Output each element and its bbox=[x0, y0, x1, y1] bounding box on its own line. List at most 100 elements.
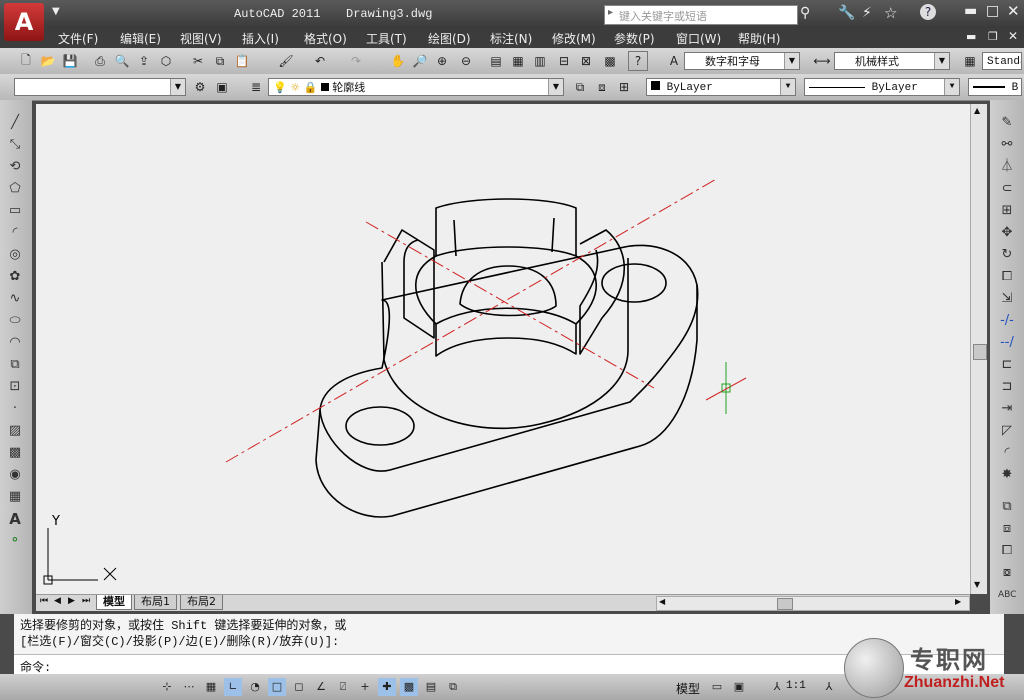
add-selected-icon[interactable]: ⚬ bbox=[6, 532, 24, 550]
revision-cloud-icon[interactable]: ✿ bbox=[6, 268, 24, 286]
horizontal-scrollbar[interactable]: ◀ ▶ bbox=[656, 596, 970, 611]
menu-insert[interactable]: 插入(I) bbox=[242, 30, 279, 47]
help-icon[interactable]: ? bbox=[920, 4, 936, 20]
grid-display-icon[interactable]: ▦ bbox=[202, 678, 220, 696]
sheet-set-icon[interactable]: ⊟ bbox=[554, 51, 574, 71]
break-at-point-icon[interactable]: ⊏ bbox=[998, 356, 1016, 374]
menu-format[interactable]: 格式(O) bbox=[304, 30, 347, 47]
model-space-label[interactable]: 模型 bbox=[676, 680, 700, 697]
hscroll-thumb[interactable] bbox=[777, 598, 793, 610]
search-box[interactable]: 键入关键字或短语 ▸ bbox=[604, 5, 798, 25]
zoom-window-icon[interactable]: ⊕ bbox=[432, 51, 452, 71]
menu-tools[interactable]: 工具(T) bbox=[366, 30, 407, 47]
annotation-scale-icon[interactable]: ⅄ bbox=[768, 678, 786, 696]
satellite-icon[interactable]: ⚡ bbox=[862, 5, 872, 21]
markup-icon[interactable]: ⊠ bbox=[576, 51, 596, 71]
text-to-front-icon[interactable]: ABC bbox=[998, 586, 1016, 604]
vertical-scrollbar[interactable]: ▲ ▼ bbox=[970, 104, 987, 594]
menu-edit[interactable]: 编辑(E) bbox=[120, 30, 161, 47]
scroll-up-arrow[interactable]: ▲ bbox=[974, 106, 980, 115]
tab-nav-next[interactable]: ▶ bbox=[68, 596, 75, 606]
quickcalc-icon[interactable]: ▩ bbox=[600, 51, 620, 71]
menu-window[interactable]: 窗口(W) bbox=[676, 30, 721, 47]
tab-nav-first[interactable]: ⏮ bbox=[40, 596, 48, 606]
table-style-icon[interactable]: ▦ bbox=[960, 51, 980, 71]
point-icon[interactable]: · bbox=[6, 400, 24, 418]
rectangle-icon[interactable]: ▭ bbox=[6, 202, 24, 220]
tab-model[interactable]: 模型 bbox=[96, 595, 132, 610]
menu-help[interactable]: 帮助(H) bbox=[738, 30, 780, 47]
text-style-select[interactable]: 数字和字母 ▼ bbox=[684, 52, 800, 70]
tab-nav-last[interactable]: ⏭ bbox=[82, 596, 90, 606]
trim-icon[interactable]: -/- bbox=[998, 312, 1016, 330]
annotation-scale-value[interactable]: 1:1 bbox=[786, 680, 806, 692]
scale-icon[interactable]: ⧠ bbox=[998, 268, 1016, 286]
ellipse-icon[interactable]: ⬭ bbox=[6, 312, 24, 330]
doc-minimize-button[interactable]: ▬ bbox=[966, 30, 976, 43]
publish-icon[interactable]: ⇪ bbox=[134, 51, 154, 71]
layer-previous-icon[interactable]: ⧈ bbox=[592, 77, 612, 97]
transparency-icon[interactable]: ▩ bbox=[400, 678, 418, 696]
open-file-icon[interactable]: 📂 bbox=[38, 51, 58, 71]
extend-icon[interactable]: --/ bbox=[998, 334, 1016, 352]
chamfer-icon[interactable]: ◸ bbox=[998, 422, 1016, 440]
scroll-right-arrow[interactable]: ▶ bbox=[955, 597, 961, 606]
copy-icon[interactable]: ⧉ bbox=[210, 51, 230, 71]
gradient-icon[interactable]: ▩ bbox=[6, 444, 24, 462]
app-menu-button[interactable]: A bbox=[4, 3, 44, 41]
tab-nav-prev[interactable]: ◀ bbox=[54, 596, 61, 606]
cut-icon[interactable]: ✂ bbox=[188, 51, 208, 71]
tool-palettes-icon[interactable]: ▥ bbox=[530, 51, 550, 71]
otrack-icon[interactable]: ∠ bbox=[312, 678, 330, 696]
object-snap-icon[interactable]: □ bbox=[268, 678, 286, 696]
layer-manager-icon[interactable]: ≣ bbox=[246, 77, 266, 97]
lineweight-display-icon[interactable]: ✚ bbox=[378, 678, 396, 696]
zoom-previous-icon[interactable]: ⊖ bbox=[456, 51, 476, 71]
explode-icon[interactable]: ✸ bbox=[998, 466, 1016, 484]
tab-layout1[interactable]: 布局1 bbox=[134, 595, 177, 610]
hatch-icon[interactable]: ▨ bbox=[6, 422, 24, 440]
offset-icon[interactable]: ⊂ bbox=[998, 180, 1016, 198]
rotate-icon[interactable]: ↻ bbox=[998, 246, 1016, 264]
3d-osnap-icon[interactable]: ◻ bbox=[290, 678, 308, 696]
draworder-under-icon[interactable]: ⧇ bbox=[998, 564, 1016, 582]
mirror-icon[interactable]: ⏃ bbox=[998, 158, 1016, 176]
wrench-icon[interactable]: 🔧 bbox=[838, 5, 855, 21]
make-current-layer-icon[interactable]: ⧉ bbox=[570, 77, 590, 97]
polygon-icon[interactable]: ⬠ bbox=[6, 180, 24, 198]
color-select[interactable]: ByLayer ▼ bbox=[646, 78, 796, 96]
maximize-button[interactable]: □ bbox=[986, 3, 999, 19]
dynamic-input-icon[interactable]: + bbox=[356, 678, 374, 696]
scroll-down-arrow[interactable]: ▼ bbox=[974, 580, 980, 589]
menu-dimension[interactable]: 标注(N) bbox=[490, 30, 532, 47]
join-icon[interactable]: ⇥ bbox=[998, 400, 1016, 418]
paste-icon[interactable]: 📋 bbox=[232, 51, 252, 71]
redo-icon[interactable]: ↷ bbox=[346, 51, 366, 71]
table-icon[interactable]: ▦ bbox=[6, 488, 24, 506]
stretch-icon[interactable]: ⇲ bbox=[998, 290, 1016, 308]
fillet-icon[interactable]: ◜ bbox=[998, 444, 1016, 462]
help-button-icon[interactable]: ? bbox=[628, 51, 648, 71]
tab-layout2[interactable]: 布局2 bbox=[180, 595, 223, 610]
scroll-left-arrow[interactable]: ◀ bbox=[659, 597, 665, 606]
polyline-icon[interactable]: ⟲ bbox=[6, 158, 24, 176]
doc-restore-button[interactable]: ❐ bbox=[988, 30, 998, 43]
3d-print-icon[interactable]: ⬡ bbox=[156, 51, 176, 71]
dim-style-select[interactable]: 机械样式 ▼ bbox=[834, 52, 950, 70]
design-center-icon[interactable]: ▦ bbox=[508, 51, 528, 71]
layer-select[interactable]: 💡 ☼ 🔒 轮廓线 ▼ bbox=[268, 78, 564, 96]
new-file-icon[interactable]: 🗋 bbox=[16, 51, 36, 71]
pan-icon[interactable]: ✋ bbox=[388, 51, 408, 71]
save-icon[interactable]: 💾 bbox=[60, 51, 80, 71]
quick-view-drawings-icon[interactable]: ▣ bbox=[730, 678, 748, 696]
dim-style-icon[interactable]: ⟷ bbox=[812, 51, 832, 71]
ducs-icon[interactable]: ⍁ bbox=[334, 678, 352, 696]
search-input[interactable]: 键入关键字或短语 bbox=[619, 8, 707, 24]
scroll-thumb[interactable] bbox=[973, 344, 987, 360]
selection-cycling-icon[interactable]: ⧉ bbox=[444, 678, 462, 696]
star-icon[interactable]: ☆ bbox=[884, 4, 897, 22]
menu-view[interactable]: 视图(V) bbox=[180, 30, 222, 47]
workspace-save-icon[interactable]: ▣ bbox=[212, 77, 232, 97]
undo-icon[interactable]: ↶ bbox=[310, 51, 330, 71]
move-icon[interactable]: ✥ bbox=[998, 224, 1016, 242]
